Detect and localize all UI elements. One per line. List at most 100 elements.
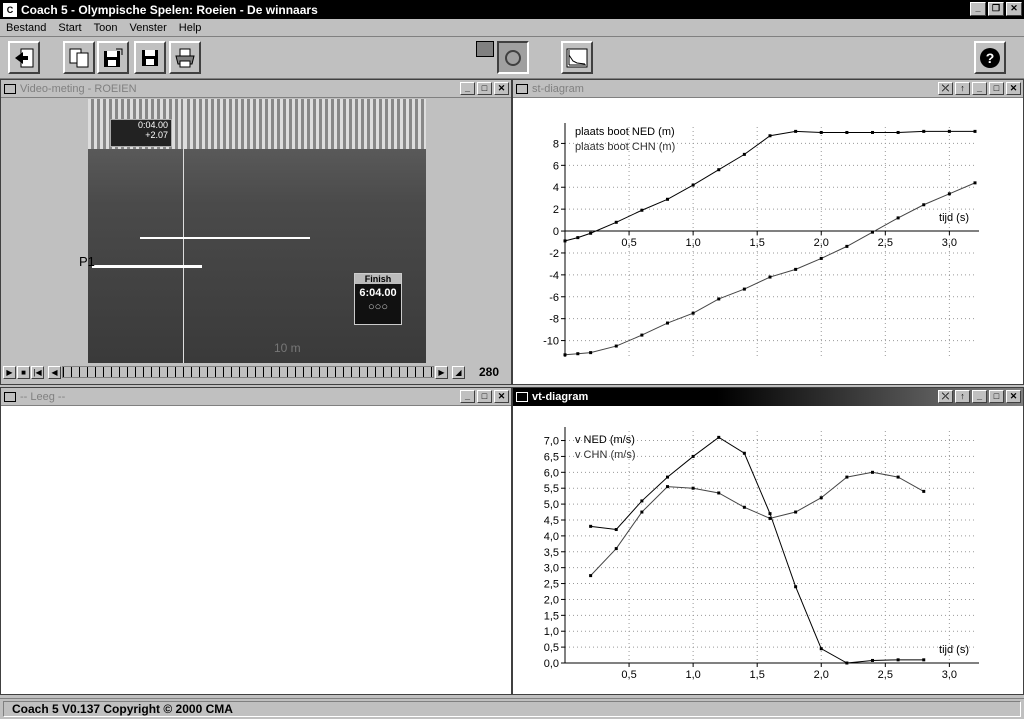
scroll-left-button[interactable]: ◀ bbox=[48, 365, 61, 379]
copy-icon bbox=[69, 48, 89, 67]
help-button[interactable]: ? bbox=[974, 41, 1006, 74]
stop-button[interactable]: ■ bbox=[17, 365, 30, 379]
frame-slider[interactable] bbox=[62, 366, 434, 378]
status-bar: Coach 5 V0.137 Copyright © 2000 CMA bbox=[0, 698, 1024, 719]
data-point bbox=[589, 574, 593, 578]
scroll-right-button[interactable]: ▶ bbox=[435, 365, 448, 379]
minimize-button[interactable]: _ bbox=[970, 2, 986, 16]
panel-close-button[interactable]: ✕ bbox=[494, 390, 509, 403]
panel-maximize-button[interactable]: □ bbox=[477, 390, 492, 403]
play-button[interactable]: ▶ bbox=[3, 365, 16, 379]
panel-maximize-button[interactable]: □ bbox=[477, 82, 492, 95]
y-tick-label: 7,0 bbox=[544, 436, 559, 448]
data-point bbox=[871, 230, 874, 234]
x-tick-label: 2,5 bbox=[878, 237, 893, 249]
step-back-button[interactable]: |◀ bbox=[31, 365, 44, 379]
legend-entry: plaats boot NED (m) bbox=[575, 126, 675, 138]
x-axis-label: tijd (s) bbox=[939, 644, 969, 656]
x-tick-label: 1,0 bbox=[685, 669, 700, 681]
scale-button[interactable]: ⤫ bbox=[938, 390, 953, 403]
toolbar: ? bbox=[0, 38, 1024, 79]
y-tick-label: 3,0 bbox=[544, 563, 559, 575]
data-point bbox=[563, 353, 567, 357]
data-point bbox=[896, 475, 900, 479]
restore-button[interactable]: ❐ bbox=[988, 2, 1004, 16]
empty-panel-titlebar: -- Leeg -- _ □ ✕ bbox=[1, 388, 511, 406]
data-point bbox=[871, 470, 874, 474]
menu-start[interactable]: Start bbox=[52, 22, 87, 34]
data-point bbox=[563, 239, 567, 243]
panel-close-button[interactable]: ✕ bbox=[1006, 390, 1021, 403]
vt-panel-title: vt-diagram bbox=[532, 391, 589, 403]
data-point bbox=[614, 344, 618, 348]
data-point bbox=[614, 220, 618, 224]
y-tick-label: -8 bbox=[549, 314, 559, 326]
vt-chart[interactable]: 0,5 1,0 1,5 2,0 2,5 3,0 7,0 6,5 6,0 5,5 5,0 4,5 4,0 3… bbox=[513, 407, 1023, 694]
copy-button[interactable] bbox=[63, 41, 95, 74]
save-as-button[interactable] bbox=[97, 41, 129, 74]
panel-icon bbox=[516, 392, 528, 402]
y-tick-label: 2,5 bbox=[544, 579, 559, 591]
x-tick-label: 3,0 bbox=[942, 669, 957, 681]
measure-line-vertical[interactable] bbox=[183, 99, 184, 363]
data-point bbox=[922, 489, 926, 493]
x-tick-label: 2,0 bbox=[814, 669, 829, 681]
y-tick-label: 0,5 bbox=[544, 642, 559, 654]
st-chart[interactable]: 0,5 1,0 1,5 2,0 2,5 3,0 8 6 4 2 0 -2 -4 -6 -8 -10 tijd (… bbox=[513, 99, 1023, 384]
data-point bbox=[691, 183, 695, 187]
data-point bbox=[742, 287, 746, 291]
video-mini-icon[interactable] bbox=[476, 41, 494, 57]
finish-time: 6:04.00 bbox=[359, 287, 397, 299]
data-point bbox=[589, 231, 593, 235]
y-tick-label: 0 bbox=[553, 226, 559, 238]
data-point bbox=[666, 475, 669, 479]
scale-button[interactable]: ⤫ bbox=[938, 82, 953, 95]
data-point bbox=[640, 510, 644, 514]
panel-maximize-button[interactable]: □ bbox=[989, 82, 1004, 95]
data-point bbox=[794, 129, 798, 133]
panel-close-button[interactable]: ✕ bbox=[494, 82, 509, 95]
panel-minimize-button[interactable]: _ bbox=[460, 82, 475, 95]
menu-bestand[interactable]: Bestand bbox=[0, 22, 52, 34]
y-tick-label: -6 bbox=[549, 292, 559, 304]
title-bar: C Coach 5 - Olympische Spelen: Roeien - … bbox=[0, 0, 1024, 19]
data-point bbox=[768, 275, 772, 279]
data-point bbox=[896, 658, 900, 662]
st-panel-title: st-diagram bbox=[532, 82, 584, 95]
legend-entry: v CHN (m/s) bbox=[575, 449, 636, 461]
data-point bbox=[691, 454, 695, 458]
panel-minimize-button[interactable]: _ bbox=[972, 390, 987, 403]
svg-text:?: ? bbox=[986, 50, 995, 66]
print-button[interactable] bbox=[169, 41, 201, 74]
close-button[interactable]: ✕ bbox=[1006, 2, 1022, 16]
x-tick-label: 1,5 bbox=[750, 237, 765, 249]
cursor-button[interactable]: ↑ bbox=[955, 390, 970, 403]
menu-venster[interactable]: Venster bbox=[123, 22, 172, 34]
data-point bbox=[742, 152, 746, 156]
y-tick-label: 6,0 bbox=[544, 467, 559, 479]
data-point bbox=[691, 311, 695, 315]
overlay-time: 0:04.00 bbox=[137, 120, 168, 130]
finish-overlay: Finish 6:04.00 ○○○ bbox=[354, 273, 402, 325]
exit-button[interactable] bbox=[8, 41, 40, 74]
video-tool-button[interactable] bbox=[497, 41, 529, 74]
menu-bar: Bestand Start Toon Venster Help bbox=[0, 19, 1024, 37]
panel-minimize-button[interactable]: _ bbox=[460, 390, 475, 403]
save-button[interactable] bbox=[134, 41, 166, 74]
panel-minimize-button[interactable]: _ bbox=[972, 82, 987, 95]
menu-help[interactable]: Help bbox=[173, 22, 208, 34]
video-frame[interactable]: 0:04.00 +2.07 Finish 6:04.00 ○○○ 10 m bbox=[88, 99, 426, 363]
panel-maximize-button[interactable]: □ bbox=[989, 390, 1004, 403]
save-as-icon bbox=[104, 48, 123, 67]
vt-panel-titlebar: vt-diagram ⤫ ↑ _ □ ✕ bbox=[513, 388, 1023, 406]
data-point bbox=[666, 321, 669, 325]
data-point bbox=[742, 505, 746, 509]
cursor-button[interactable]: ↑ bbox=[955, 82, 970, 95]
video-transport: ▶ ■ |◀ ◀ ▶ ◢ 280 bbox=[2, 364, 511, 380]
data-point bbox=[717, 491, 721, 495]
panel-close-button[interactable]: ✕ bbox=[1006, 82, 1021, 95]
diagram-tool-button[interactable] bbox=[561, 41, 593, 74]
menu-toon[interactable]: Toon bbox=[88, 22, 124, 34]
data-point bbox=[691, 486, 695, 490]
video-settings-button[interactable]: ◢ bbox=[452, 365, 465, 379]
